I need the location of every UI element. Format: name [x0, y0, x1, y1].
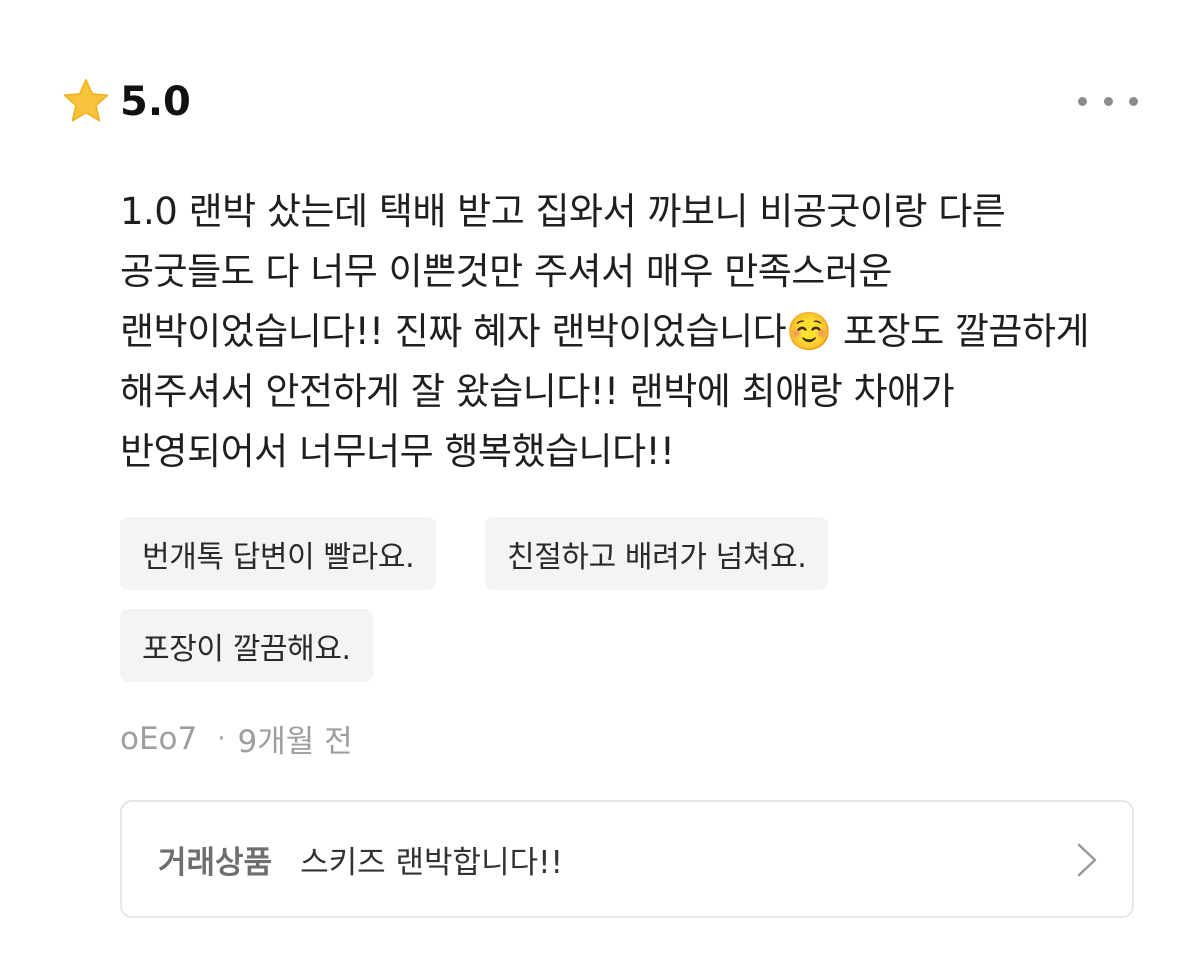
- author-name: oEo7: [120, 720, 198, 757]
- chevron-right-icon: [1077, 843, 1097, 877]
- review-tag: 번개톡 답변이 빨라요.: [120, 517, 437, 590]
- more-dot: [1103, 96, 1113, 106]
- meta-separator: ·: [217, 723, 226, 754]
- review-meta: oEo7 · 9개월 전: [120, 716, 353, 761]
- more-horizontal-icon: [1078, 96, 1087, 106]
- review-text: 1.0 랜박 샀는데 택배 받고 집와서 까보니 비공굿이랑 다른 공굿들도 다…: [120, 190, 1090, 473]
- more-dot: [1129, 96, 1138, 106]
- star-icon: [63, 79, 109, 122]
- review-tag: 친절하고 배려가 넘쳐요.: [485, 517, 829, 590]
- product-label: 거래상품: [158, 844, 273, 881]
- review-time: 9개월 전: [237, 724, 353, 760]
- product-card[interactable]: 거래상품 스키즈 랜박합니다!!: [120, 800, 1134, 918]
- product-name: 스키즈 랜박합니다!!: [300, 844, 563, 881]
- rating-row: 5.0: [60, 74, 191, 130]
- more-options-button[interactable]: [1078, 88, 1138, 114]
- rating-value: 5.0: [120, 79, 191, 125]
- review-tag: 포장이 깔끔해요.: [120, 609, 373, 682]
